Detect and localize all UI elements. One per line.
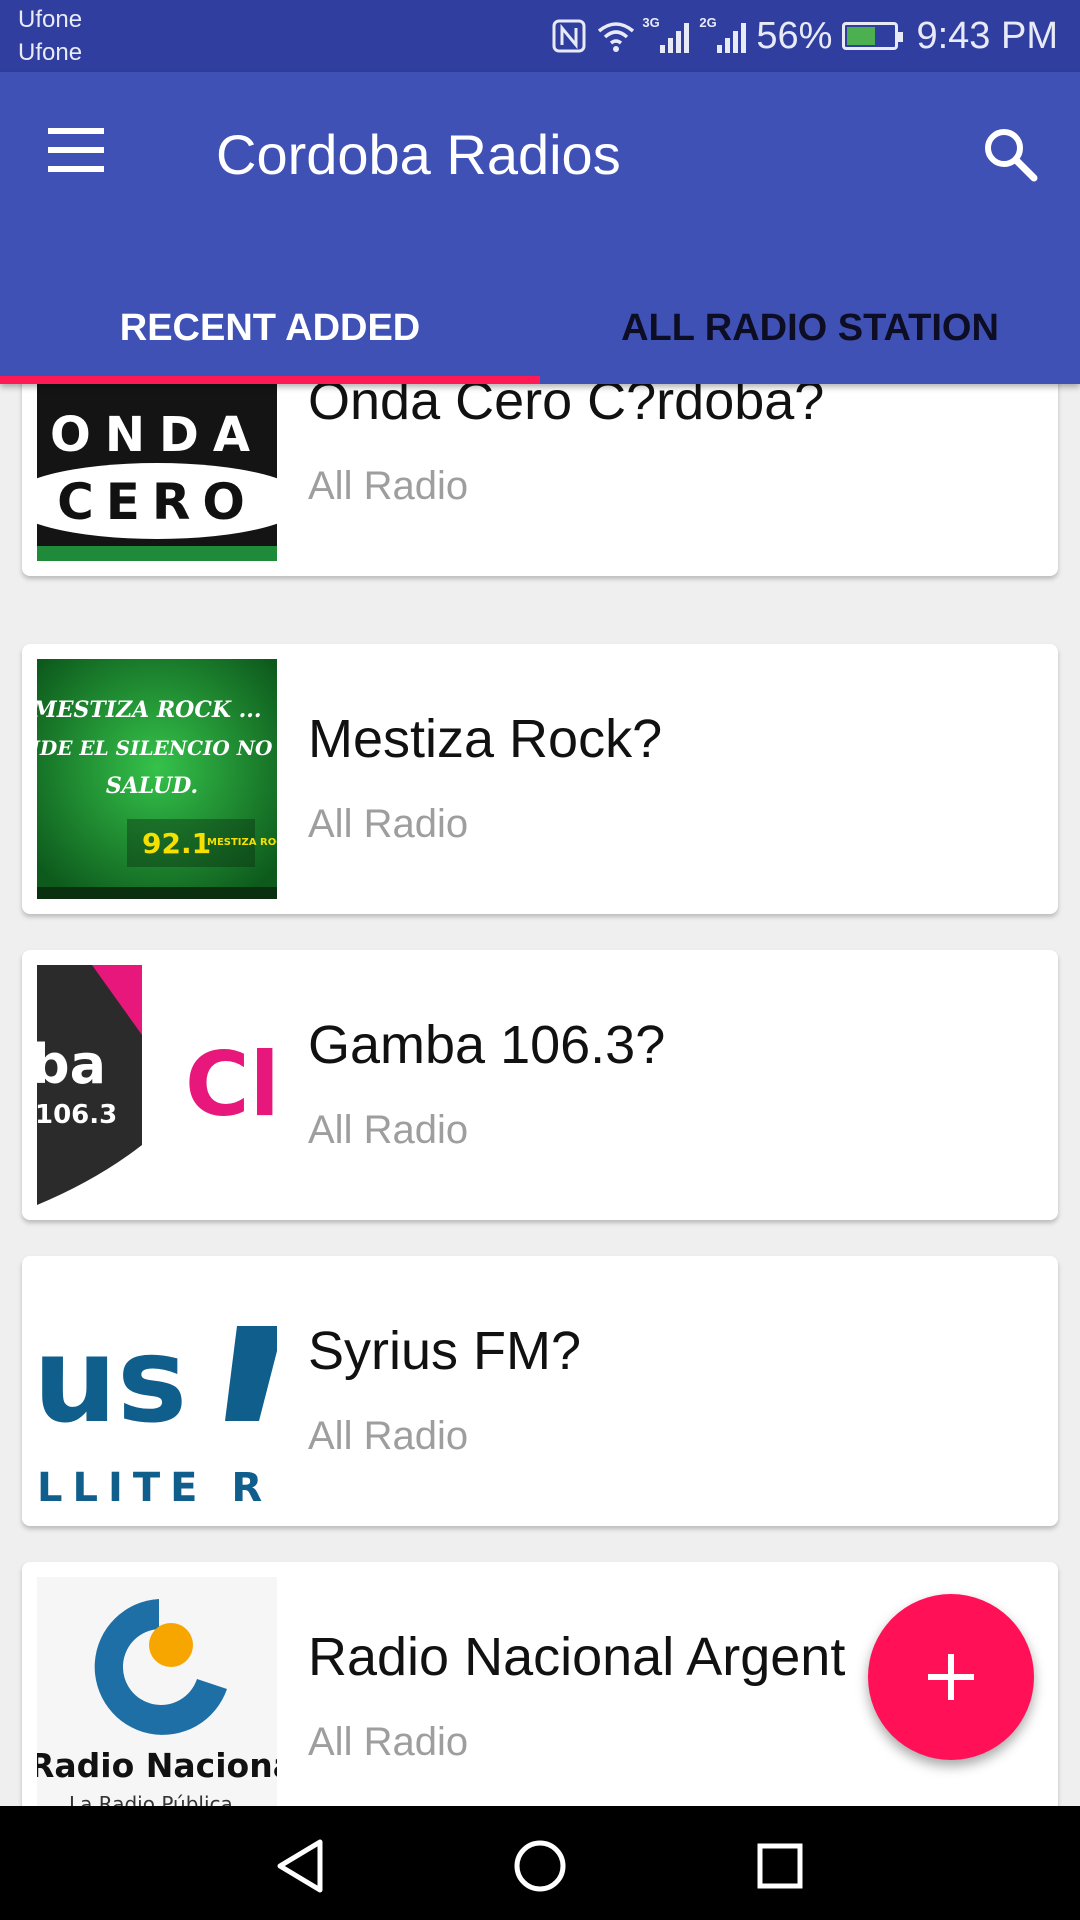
station-card[interactable]: MESTIZA ROCK ... NDE EL SILENCIO NO SALU… bbox=[22, 644, 1058, 914]
status-icons: 3G 2G 56% 9:43 PM bbox=[552, 12, 1058, 60]
station-title: Syrius FM? bbox=[308, 1321, 582, 1381]
svg-text:SALUD.: SALUD. bbox=[106, 773, 198, 799]
nfc-icon bbox=[552, 19, 586, 53]
station-subtitle: All Radio bbox=[308, 464, 469, 508]
tab-label: ALL RADIO STATION bbox=[621, 306, 999, 349]
home-icon[interactable] bbox=[510, 1836, 570, 1896]
app-bar: Cordoba Radios RECENT ADDED ALL RADIO ST… bbox=[0, 72, 1080, 384]
signal-icon-sim1: 3G bbox=[642, 15, 690, 53]
station-card[interactable]: ba 106.3 Cl Gamba 106.3? All Radio bbox=[22, 950, 1058, 1220]
svg-text:ba: ba bbox=[37, 1033, 106, 1096]
svg-text:Cl: Cl bbox=[185, 1033, 277, 1136]
mestiza-rock-logo: MESTIZA ROCK ... NDE EL SILENCIO NO SALU… bbox=[37, 659, 277, 899]
system-nav-bar bbox=[0, 1806, 1080, 1920]
station-title: Radio Nacional Argent bbox=[308, 1627, 846, 1687]
svg-text:La Radio Pública: La Radio Pública bbox=[69, 1792, 233, 1806]
svg-text:CERO: CERO bbox=[57, 473, 257, 531]
station-list[interactable]: ONDA CERO Onda Cero C?rdoba? All Radio M… bbox=[0, 384, 1080, 1806]
gamba-logo: ba 106.3 Cl bbox=[37, 965, 277, 1205]
station-logo: Radio Naciona La Radio Pública bbox=[37, 1577, 277, 1806]
battery-icon bbox=[842, 22, 904, 50]
status-bar: Ufone Ufone 3G 2G 56% 9:43 PM bbox=[0, 0, 1080, 72]
station-logo: ba 106.3 Cl bbox=[37, 965, 277, 1205]
recents-icon[interactable] bbox=[750, 1836, 810, 1896]
station-title: Mestiza Rock? bbox=[308, 709, 663, 769]
tab-bar: RECENT ADDED ALL RADIO STATION bbox=[0, 272, 1080, 384]
svg-text:Radio Naciona: Radio Naciona bbox=[37, 1746, 277, 1785]
tab-recent-added[interactable]: RECENT ADDED bbox=[0, 272, 540, 384]
signal-icon-sim2: 2G bbox=[699, 15, 747, 53]
onda-cero-logo: ONDA CERO bbox=[37, 384, 277, 561]
carrier-label-2: Ufone bbox=[18, 39, 83, 66]
svg-text:MESTIZA ROCK ...: MESTIZA ROCK ... bbox=[37, 697, 262, 723]
svg-text:106.3: 106.3 bbox=[37, 1100, 117, 1130]
station-subtitle: All Radio bbox=[308, 1108, 469, 1152]
station-logo: MESTIZA ROCK ... NDE EL SILENCIO NO SALU… bbox=[37, 659, 277, 899]
plus-icon bbox=[928, 1654, 974, 1700]
syrius-logo: us LLITE R bbox=[37, 1271, 277, 1511]
tab-all-radio-station[interactable]: ALL RADIO STATION bbox=[540, 272, 1080, 384]
station-logo: us LLITE R bbox=[37, 1271, 277, 1511]
station-card[interactable]: ONDA CERO Onda Cero C?rdoba? All Radio bbox=[22, 384, 1058, 576]
svg-text:us: us bbox=[37, 1311, 187, 1449]
svg-text:NDE EL SILENCIO NO: NDE EL SILENCIO NO bbox=[37, 736, 273, 760]
svg-text:ONDA: ONDA bbox=[50, 407, 264, 463]
clock: 9:43 PM bbox=[916, 14, 1058, 57]
station-title: Gamba 106.3? bbox=[308, 1015, 666, 1075]
wifi-icon bbox=[598, 22, 635, 52]
station-logo: ONDA CERO bbox=[37, 384, 277, 561]
svg-text:MESTIZA ROCK.COM.AR: MESTIZA ROCK.COM.AR bbox=[207, 837, 277, 848]
station-subtitle: All Radio bbox=[308, 802, 469, 846]
search-icon[interactable] bbox=[980, 124, 1040, 184]
tab-label: RECENT ADDED bbox=[119, 306, 421, 349]
hamburger-menu-icon[interactable] bbox=[48, 128, 120, 180]
station-card[interactable]: us LLITE R Syrius FM? All Radio bbox=[22, 1256, 1058, 1526]
radio-nacional-logo: Radio Naciona La Radio Pública bbox=[37, 1577, 277, 1806]
battery-percent: 56% bbox=[756, 14, 833, 57]
carrier-label-1: Ufone bbox=[18, 6, 83, 33]
svg-text:LLITE R: LLITE R bbox=[37, 1465, 272, 1511]
station-subtitle: All Radio bbox=[308, 1720, 469, 1764]
station-title: Onda Cero C?rdoba? bbox=[308, 384, 825, 431]
back-icon[interactable] bbox=[270, 1836, 330, 1896]
svg-text:92.1: 92.1 bbox=[142, 827, 211, 860]
page-title: Cordoba Radios bbox=[216, 123, 621, 186]
tab-indicator bbox=[0, 376, 540, 384]
station-subtitle: All Radio bbox=[308, 1414, 469, 1458]
add-fab-button[interactable] bbox=[868, 1594, 1034, 1760]
